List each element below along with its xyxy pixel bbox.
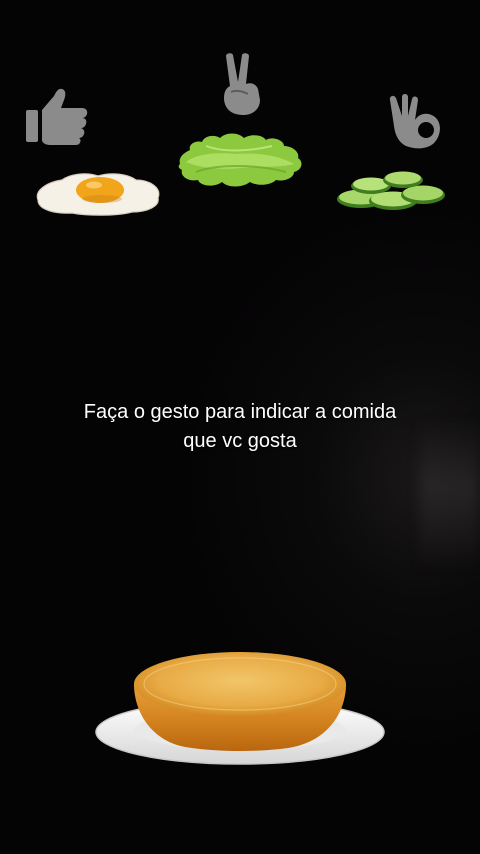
fried-egg-image	[32, 170, 162, 216]
burger-plate	[92, 640, 388, 774]
camera-stage: Faça o gesto para indicar a comida que v…	[0, 0, 480, 854]
instruction-text: Faça o gesto para indicar a comida que v…	[40, 398, 440, 456]
thumbs-up-icon	[24, 86, 90, 146]
lettuce-image	[176, 132, 304, 188]
instruction-line-2: que vc gosta	[183, 430, 297, 452]
cucumber-slices-image	[333, 168, 447, 212]
peace-sign-icon	[218, 52, 262, 116]
ok-hand-icon	[386, 92, 442, 150]
instruction-line-1: Faça o gesto para indicar a comida	[83, 401, 397, 423]
